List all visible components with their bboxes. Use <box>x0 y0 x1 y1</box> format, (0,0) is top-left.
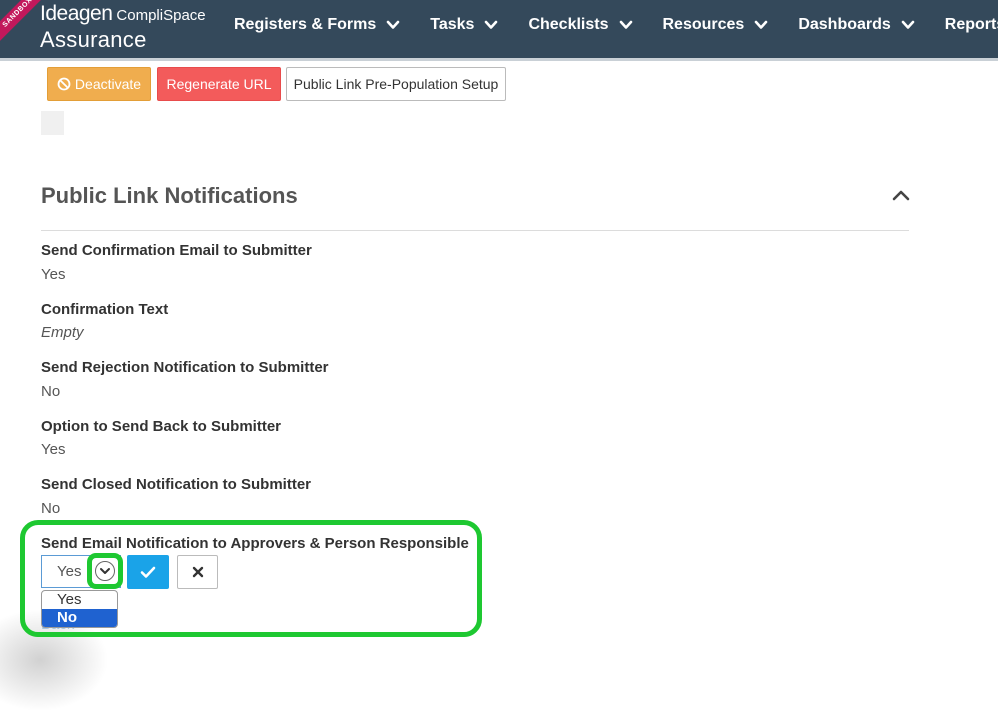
nav-item-tasks[interactable]: Tasks <box>430 16 498 34</box>
select-option-no[interactable]: No <box>42 609 117 627</box>
nav-item-label: Checklists <box>528 16 609 33</box>
select-dropdown-toggle[interactable] <box>87 553 123 589</box>
top-navigation-bar: SANDBOX Ideagen CompliSpace Assurance Reg… <box>0 0 998 58</box>
main-nav: Registers & Forms Tasks Checklists Resou… <box>234 0 998 50</box>
chevron-down-icon <box>485 20 498 29</box>
nav-item-label: Resources <box>662 16 745 33</box>
chevron-up-icon[interactable] <box>892 188 910 202</box>
field-value-rejection-notification: No <box>41 383 61 400</box>
field-label-approver-notification: Send Email Notification to Approvers & P… <box>41 535 469 552</box>
nav-item-registers-forms[interactable]: Registers & Forms <box>234 16 400 34</box>
field-value-confirmation-text: Empty <box>41 324 84 341</box>
prepopulation-setup-button[interactable]: Public Link Pre-Population Setup <box>286 67 506 101</box>
chevron-down-icon <box>901 20 915 29</box>
app-logo[interactable]: Ideagen CompliSpace Assurance <box>40 3 206 53</box>
chevron-down-icon <box>386 20 400 29</box>
select-options-list: Yes No <box>41 590 118 628</box>
chevron-down-icon <box>95 561 115 581</box>
nav-item-label: Dashboards <box>798 16 891 33</box>
field-value-closed-notification: No <box>41 500 61 517</box>
nav-item-reports[interactable]: Reports <box>945 16 998 34</box>
nav-divider <box>0 58 998 61</box>
nav-item-checklists[interactable]: Checklists <box>528 16 632 34</box>
select-option-yes[interactable]: Yes <box>42 591 117 609</box>
field-value-confirmation-email: Yes <box>41 266 66 283</box>
nav-item-label: Registers & Forms <box>234 16 377 33</box>
section-title: Public Link Notifications <box>41 183 298 208</box>
field-label-confirmation-text: Confirmation Text <box>41 301 169 318</box>
logo-subtitle: Assurance <box>40 27 147 52</box>
section-divider <box>41 230 909 231</box>
cancel-button[interactable] <box>177 555 218 589</box>
chevron-down-icon <box>755 20 768 29</box>
nav-item-label: Tasks <box>430 16 475 33</box>
field-label-closed-notification: Send Closed Notification to Submitter <box>41 476 312 493</box>
nav-item-dashboards[interactable]: Dashboards <box>798 16 915 34</box>
logo-brand: Ideagen <box>40 2 113 25</box>
deactivate-button[interactable]: Deactivate <box>47 67 151 101</box>
logo-product: CompliSpace <box>116 7 206 24</box>
nav-item-label: Reports <box>944 16 998 33</box>
confirm-button[interactable] <box>127 555 169 589</box>
field-label-rejection-notification: Send Rejection Notification to Submitter <box>41 359 329 376</box>
field-value-send-back: Yes <box>41 441 66 458</box>
field-label-confirmation-email: Send Confirmation Email to Submitter <box>41 242 312 259</box>
field-label-send-back: Option to Send Back to Submitter <box>41 418 282 435</box>
deactivate-label: Deactivate <box>74 76 142 92</box>
close-icon <box>192 566 203 578</box>
nav-item-resources[interactable]: Resources <box>663 16 769 34</box>
ban-icon <box>57 77 71 91</box>
check-icon <box>140 566 156 578</box>
regenerate-url-button[interactable]: Regenerate URL <box>157 67 281 101</box>
placeholder-block <box>41 111 64 135</box>
chevron-down-icon <box>619 20 632 29</box>
